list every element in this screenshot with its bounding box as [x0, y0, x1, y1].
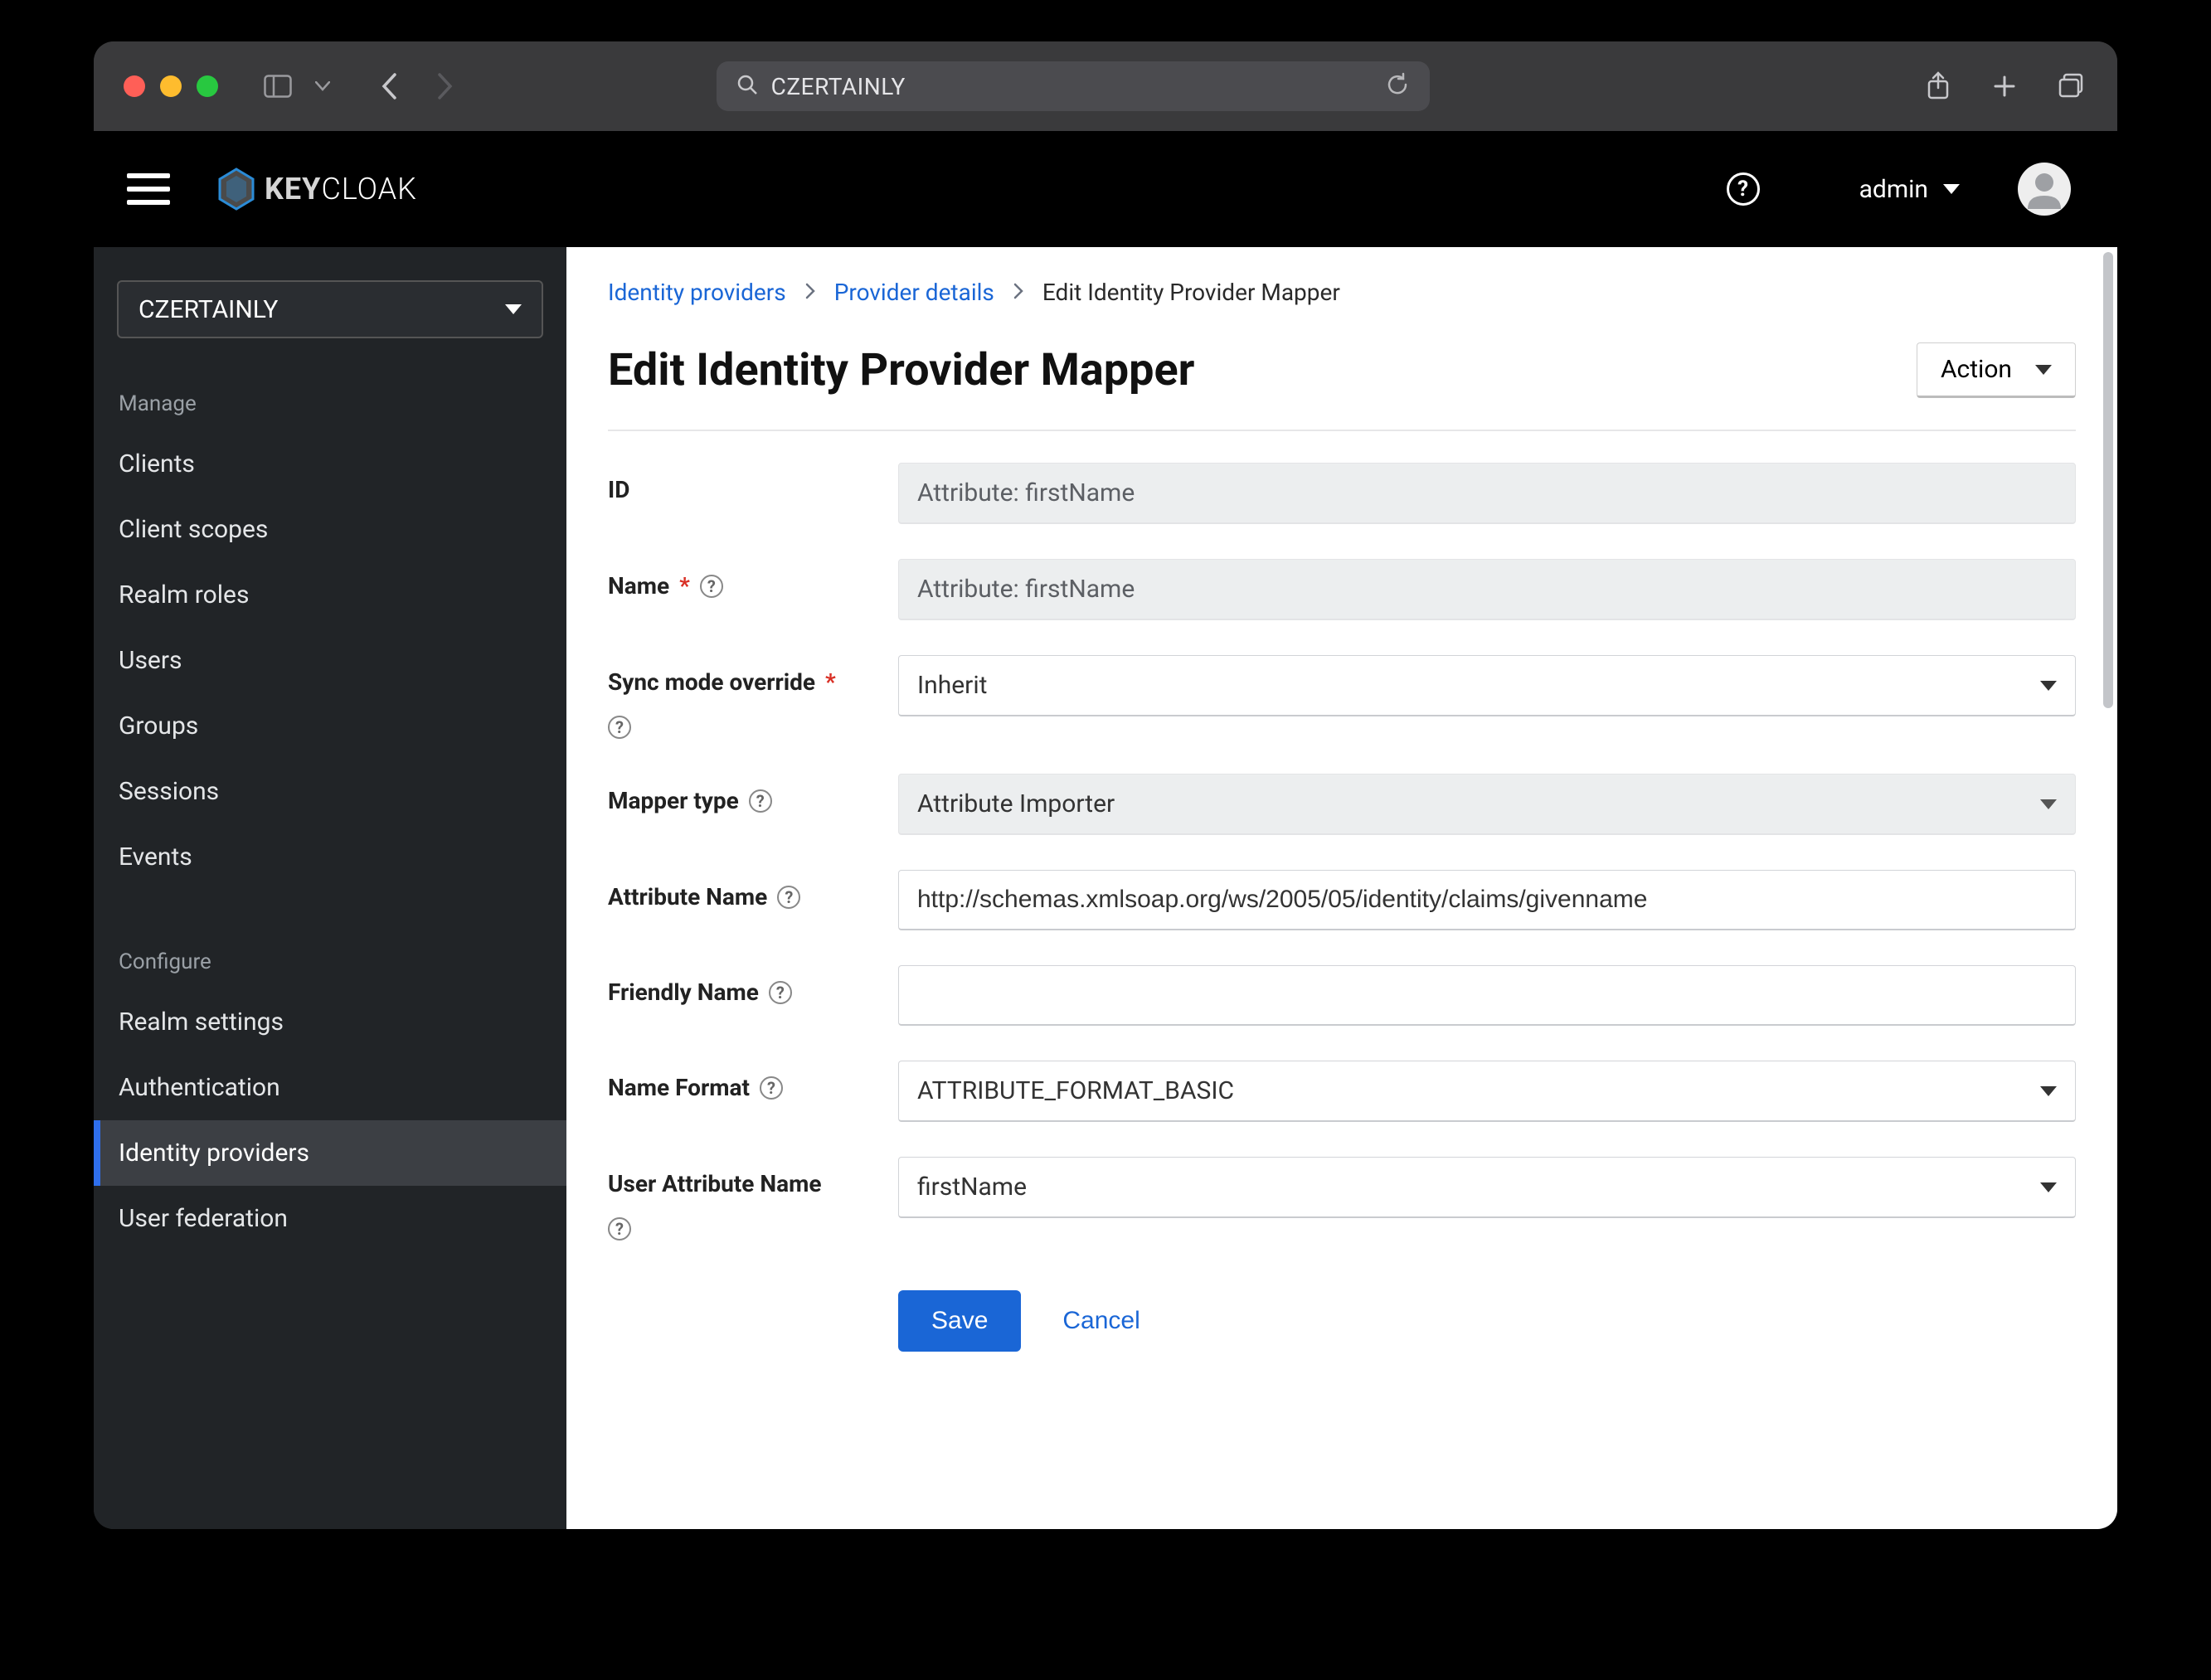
help-icon[interactable]: ?: [608, 1217, 631, 1241]
breadcrumb: Identity providers Provider details Edit I…: [608, 279, 2076, 306]
url-bar[interactable]: CZERTAINLY: [717, 61, 1430, 111]
sidebar: CZERTAINLY Manage ClientsClient scopesRe…: [94, 247, 566, 1529]
sidebar-item-clients[interactable]: Clients: [94, 431, 566, 497]
maximize-window-button[interactable]: [197, 75, 218, 97]
help-icon[interactable]: ?: [749, 789, 772, 813]
sidebar-item-client-scopes[interactable]: Client scopes: [94, 497, 566, 562]
sidebar-item-groups[interactable]: Groups: [94, 693, 566, 759]
sync-mode-label: Sync mode override* ?: [608, 655, 882, 739]
scrollbar-thumb[interactable]: [2103, 252, 2113, 708]
minimize-window-button[interactable]: [160, 75, 182, 97]
sidebar-item-sessions[interactable]: Sessions: [94, 759, 566, 824]
attribute-name-label: Attribute Name ?: [608, 870, 882, 910]
help-icon[interactable]: ?: [1727, 172, 1760, 206]
chevron-right-icon: [804, 279, 816, 306]
menu-toggle-button[interactable]: [127, 173, 170, 205]
close-window-button[interactable]: [124, 75, 145, 97]
page-title: Edit Identity Provider Mapper: [608, 344, 1194, 396]
user-attribute-label: User Attribute Name ?: [608, 1157, 882, 1241]
sidebar-item-authentication[interactable]: Authentication: [94, 1055, 566, 1120]
chevron-down-icon: [2035, 365, 2052, 375]
share-icon[interactable]: [1922, 70, 1955, 103]
mapper-type-select[interactable]: Attribute Importer: [898, 774, 2076, 835]
reload-icon[interactable]: [1385, 72, 1410, 100]
app-logo-text: KEYCLOAK: [265, 172, 417, 206]
friendly-name-input[interactable]: [898, 965, 2076, 1026]
name-field[interactable]: Attribute: firstName: [898, 559, 2076, 620]
name-label: Name* ?: [608, 559, 882, 600]
id-field: Attribute: firstName: [898, 463, 2076, 524]
name-format-select[interactable]: ATTRIBUTE_FORMAT_BASIC: [898, 1061, 2076, 1122]
forward-button-icon[interactable]: [429, 70, 462, 103]
sidebar-item-identity-providers[interactable]: Identity providers: [94, 1120, 566, 1186]
keycloak-logo-icon: [213, 166, 260, 212]
tab-overview-icon[interactable]: [2054, 70, 2087, 103]
app-header: KEYCLOAK ? admin: [94, 131, 2117, 247]
cancel-button[interactable]: Cancel: [1062, 1307, 1140, 1335]
chevron-down-icon: [1943, 184, 1960, 194]
name-format-label: Name Format ?: [608, 1061, 882, 1101]
user-icon: [2023, 168, 2066, 211]
realm-selector[interactable]: CZERTAINLY: [117, 280, 543, 338]
user-name: admin: [1859, 175, 1928, 204]
main-content: Identity providers Provider details Edit I…: [566, 247, 2117, 1529]
attribute-name-input[interactable]: [898, 870, 2076, 930]
sidebar-toggle-icon[interactable]: [261, 70, 294, 103]
chevron-down-icon: [2040, 799, 2057, 809]
browser-window: CZERTAINLY: [94, 41, 2117, 1529]
action-dropdown[interactable]: Action: [1917, 342, 2076, 398]
mapper-type-label: Mapper type ?: [608, 774, 882, 814]
sidebar-section-manage: Manage: [94, 371, 566, 431]
chevron-right-icon: [1013, 279, 1024, 306]
sidebar-item-user-federation[interactable]: User federation: [94, 1186, 566, 1251]
sidebar-section-configure: Configure: [94, 930, 566, 989]
sidebar-item-realm-roles[interactable]: Realm roles: [94, 562, 566, 628]
search-icon: [736, 74, 758, 99]
scrollbar[interactable]: [2102, 247, 2115, 1529]
sidebar-item-realm-settings[interactable]: Realm settings: [94, 989, 566, 1055]
chevron-down-icon: [505, 304, 522, 314]
help-icon[interactable]: ?: [608, 716, 631, 739]
help-icon[interactable]: ?: [769, 981, 792, 1004]
window-controls: [124, 75, 218, 97]
id-label: ID: [608, 463, 882, 503]
chevron-down-icon: [2040, 1086, 2057, 1096]
sidebar-item-users[interactable]: Users: [94, 628, 566, 693]
user-attribute-select[interactable]: firstName: [898, 1157, 2076, 1218]
save-button[interactable]: Save: [898, 1290, 1021, 1352]
app-logo[interactable]: KEYCLOAK: [213, 166, 417, 212]
realm-name: CZERTAINLY: [138, 295, 278, 324]
sync-mode-select[interactable]: Inherit: [898, 655, 2076, 716]
friendly-name-label: Friendly Name ?: [608, 965, 882, 1006]
new-tab-icon[interactable]: [1988, 70, 2021, 103]
chevron-down-icon: [2040, 681, 2057, 691]
browser-titlebar: CZERTAINLY: [94, 41, 2117, 131]
url-text: CZERTAINLY: [771, 73, 906, 100]
help-icon[interactable]: ?: [700, 575, 723, 598]
chevron-down-icon: [2040, 1182, 2057, 1192]
user-menu[interactable]: admin: [1859, 175, 1960, 204]
help-icon[interactable]: ?: [777, 886, 800, 909]
back-button-icon[interactable]: [372, 70, 406, 103]
avatar[interactable]: [2018, 163, 2071, 216]
sidebar-item-events[interactable]: Events: [94, 824, 566, 890]
breadcrumb-item: Edit Identity Provider Mapper: [1042, 279, 1340, 306]
help-icon[interactable]: ?: [760, 1076, 783, 1100]
breadcrumb-item[interactable]: Identity providers: [608, 279, 786, 306]
action-label: Action: [1941, 355, 2012, 384]
breadcrumb-item[interactable]: Provider details: [834, 279, 994, 306]
divider: [608, 430, 2076, 431]
tab-group-dropdown-icon[interactable]: [306, 70, 339, 103]
